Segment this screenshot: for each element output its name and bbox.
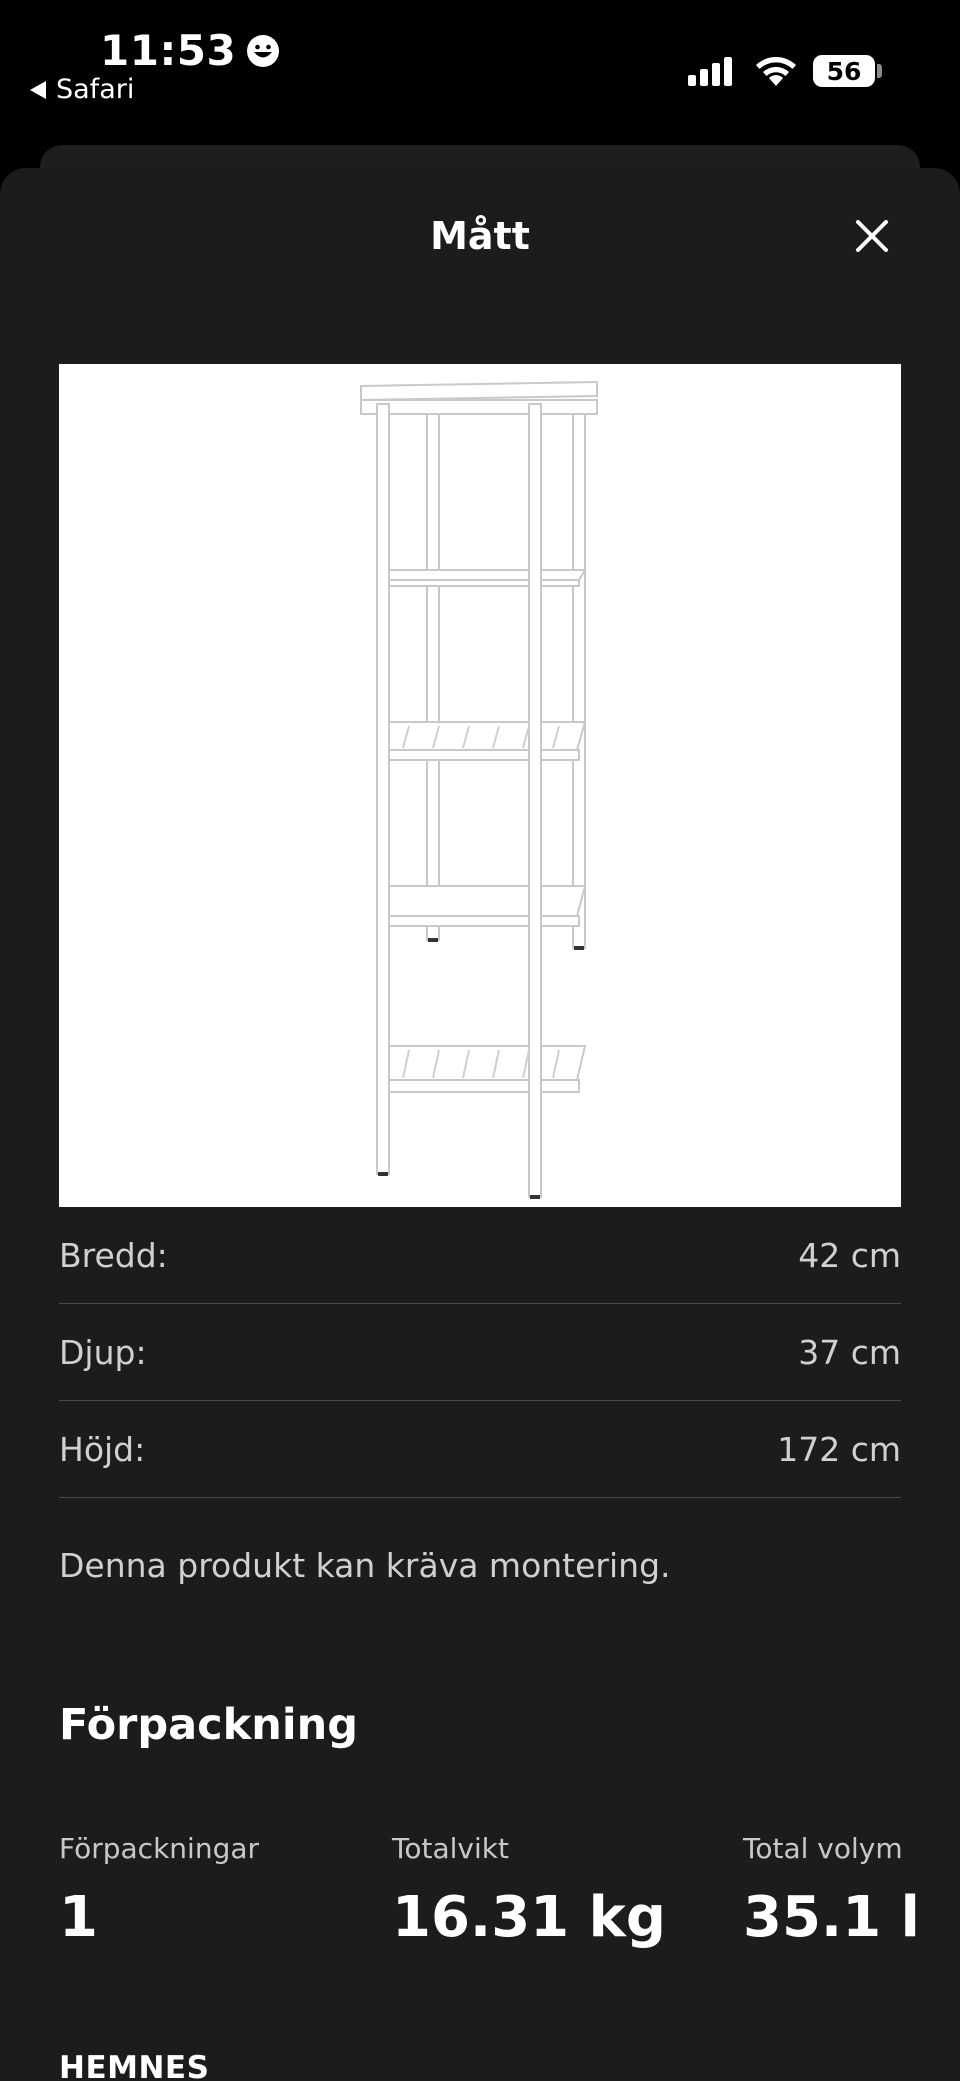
packaging-title: Förpackning — [59, 1700, 359, 1750]
sheet-title: Mått — [430, 214, 530, 258]
assembly-note: Denna produkt kan kräva montering. — [59, 1546, 671, 1585]
status-bar: 11:53 Safari 56 — [0, 0, 960, 140]
packages-label: Förpackningar — [59, 1832, 260, 1865]
packages-count: Förpackningar 1 — [59, 1832, 259, 1950]
clock-text: 11:53 — [100, 26, 237, 75]
total-weight-label: Totalvikt — [392, 1832, 509, 1865]
dimension-value: 172 cm — [777, 1429, 901, 1469]
dimension-row-depth: Djup: 37 cm — [59, 1304, 901, 1401]
smile-icon — [247, 34, 280, 67]
dimension-label: Djup: — [59, 1332, 147, 1372]
total-volume: Total volym 35.1 l — [743, 1832, 920, 1950]
total-volume-label: Total volym — [743, 1832, 903, 1865]
dimensions-sheet: Mått Bredd: 42 cm Djup: 37 cm Höjd: 172 … — [0, 168, 960, 2081]
total-weight-value: 16.31 kg — [392, 1885, 666, 1950]
dimension-row-width: Bredd: 42 cm — [59, 1207, 901, 1304]
battery-cap — [877, 64, 882, 78]
status-time: 11:53 — [100, 26, 280, 75]
dimension-value: 42 cm — [798, 1235, 901, 1275]
battery-indicator: 56 — [813, 55, 875, 87]
close-icon[interactable] — [850, 214, 894, 258]
back-triangle-icon — [30, 80, 46, 99]
product-series-name: HEMNES — [59, 2050, 210, 2081]
dimension-value: 37 cm — [798, 1332, 901, 1372]
wifi-icon — [756, 57, 796, 86]
total-weight: Totalvikt 16.31 kg — [392, 1832, 666, 1950]
total-volume-value: 35.1 l — [743, 1885, 920, 1950]
dimension-row-height: Höjd: 172 cm — [59, 1401, 901, 1498]
shelving-unit-illustration — [360, 380, 598, 1199]
dimension-label: Höjd: — [59, 1429, 146, 1469]
cellular-signal-icon — [688, 57, 732, 86]
back-to-app-link[interactable]: Safari — [30, 74, 134, 105]
dimension-label: Bredd: — [59, 1235, 168, 1275]
product-image — [59, 364, 901, 1207]
packages-value: 1 — [59, 1885, 98, 1950]
back-app-label: Safari — [56, 74, 135, 105]
battery-level: 56 — [826, 56, 862, 86]
